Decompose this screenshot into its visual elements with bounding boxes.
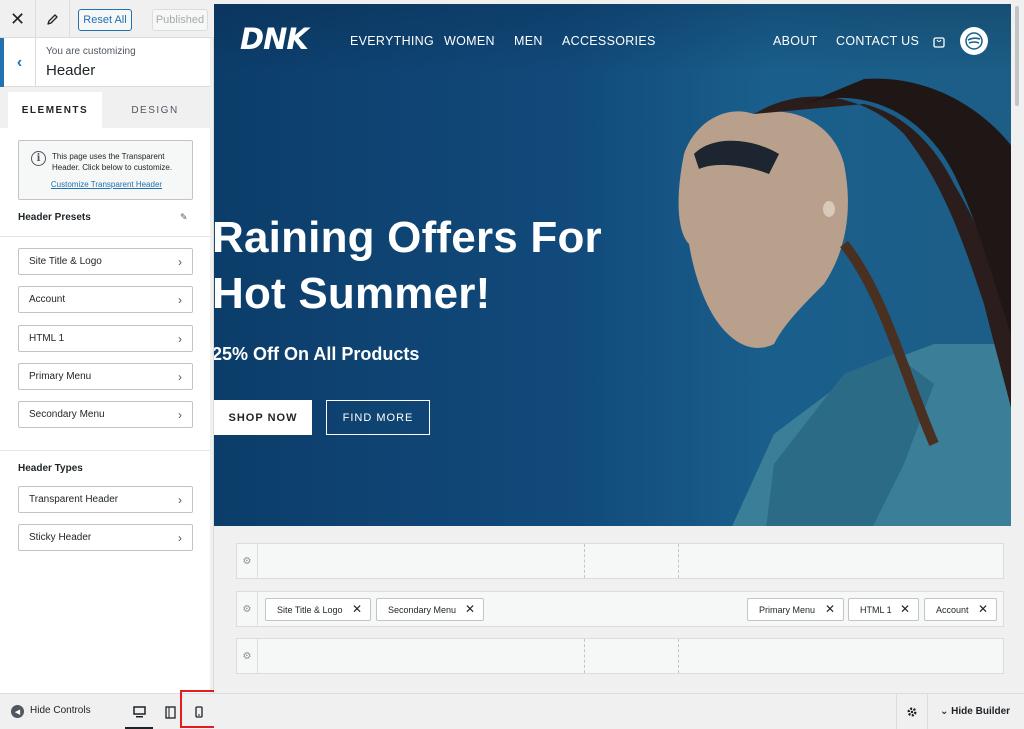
preset-item-label: Site Title & Logo	[29, 256, 102, 267]
info-icon: i	[31, 151, 46, 166]
customizer-panel: ✕ Reset All Published ‹ You are customiz…	[0, 0, 214, 729]
builder-row-top[interactable]: ⚙	[236, 543, 1004, 579]
chip-label: Account	[936, 604, 969, 615]
remove-icon[interactable]: ✕	[900, 602, 910, 616]
chevron-right-icon: ›	[178, 493, 182, 507]
divider	[0, 450, 210, 451]
column-separator	[584, 544, 585, 578]
preset-item-account[interactable]: Account ›	[18, 286, 193, 313]
row-settings-gear-icon[interactable]: ⚙	[237, 592, 258, 626]
hide-builder-button[interactable]: ⌄ Hide Builder	[940, 706, 1010, 717]
header-presets-title: Header Presets	[18, 212, 91, 223]
hero-headline-line-2: Hot Summer!	[214, 269, 491, 318]
column-separator	[678, 544, 679, 578]
builder-row-main[interactable]: ⚙ Site Title & Logo ✕ Secondary Menu ✕ Pri…	[236, 591, 1004, 627]
chevron-right-icon: ›	[178, 408, 182, 422]
preset-item-label: Account	[29, 294, 66, 305]
remove-icon[interactable]: ✕	[825, 602, 835, 616]
breadcrumb: ‹ You are customizing Header	[0, 38, 210, 87]
row-settings-gear-icon[interactable]: ⚙	[237, 544, 258, 578]
hero-headline-line-1: Raining Offers For	[214, 213, 602, 262]
chip-label: HTML 1	[860, 604, 892, 615]
nav-link-about[interactable]: ABOUT	[773, 34, 818, 48]
builder-chip-account[interactable]: Account ✕	[924, 598, 997, 621]
site-header: DNK EVERYTHING WOMEN MEN ACCESSORIES ABO…	[214, 4, 1011, 74]
back-arrow-icon[interactable]: ‹	[0, 38, 36, 87]
collapse-icon[interactable]: ◀	[11, 705, 24, 718]
nav-link-accessories[interactable]: ACCESSORIES	[562, 34, 656, 48]
preset-item-html-1[interactable]: HTML 1 ›	[18, 325, 193, 352]
hide-builder-label: Hide Builder	[951, 706, 1011, 717]
chevron-right-icon: ›	[178, 531, 182, 545]
preset-item-label: HTML 1	[29, 333, 65, 344]
published-button[interactable]: Published	[152, 9, 208, 31]
site-preview: DNK EVERYTHING WOMEN MEN ACCESSORIES ABO…	[214, 0, 1024, 729]
builder-chip-html-1[interactable]: HTML 1 ✕	[848, 598, 919, 621]
type-item-label: Transparent Header	[29, 494, 119, 505]
panel-body: i This page uses the Transparent Header.…	[0, 128, 210, 693]
hero-subheadline: 25% Off On All Products	[214, 344, 420, 364]
breadcrumb-subtitle: You are customizing	[46, 46, 136, 57]
preview-scrollbar[interactable]	[1013, 2, 1021, 122]
hide-controls-button[interactable]: Hide Controls	[30, 705, 91, 716]
reset-all-button[interactable]: Reset All	[78, 9, 132, 31]
type-item-transparent-header[interactable]: Transparent Header ›	[18, 486, 193, 513]
column-separator	[584, 639, 585, 673]
remove-icon[interactable]: ✕	[978, 602, 988, 616]
panel-tabs: ELEMENTS DESIGN	[0, 92, 210, 128]
preset-item-site-title-logo[interactable]: Site Title & Logo ›	[18, 248, 193, 275]
nav-link-men[interactable]: MEN	[514, 34, 543, 48]
site-logo[interactable]: DNK	[240, 22, 309, 56]
nav-link-contact-us[interactable]: CONTACT US	[836, 34, 919, 48]
remove-icon[interactable]: ✕	[352, 602, 362, 616]
remove-icon[interactable]: ✕	[465, 602, 475, 616]
preset-item-label: Secondary Menu	[29, 409, 105, 420]
chip-label: Site Title & Logo	[277, 604, 343, 615]
nav-link-women[interactable]: WOMEN	[444, 34, 495, 48]
notice-text: This page uses the Transparent Header. C…	[52, 152, 173, 172]
hero-model-image	[678, 78, 1011, 526]
shop-now-button[interactable]: SHOP NOW	[214, 400, 312, 435]
find-more-button[interactable]: FIND MORE	[326, 400, 430, 435]
page-title: Header	[46, 62, 96, 79]
preset-item-primary-menu[interactable]: Primary Menu ›	[18, 363, 193, 390]
close-icon[interactable]: ✕	[0, 0, 36, 38]
chevron-right-icon: ›	[178, 332, 182, 346]
preset-item-secondary-menu[interactable]: Secondary Menu ›	[18, 401, 193, 428]
preset-item-label: Primary Menu	[29, 371, 92, 382]
desktop-device-icon[interactable]	[125, 705, 153, 729]
customizer-topbar: ✕ Reset All Published	[0, 0, 214, 38]
builder-chip-primary-menu[interactable]: Primary Menu ✕	[747, 598, 844, 621]
chevron-right-icon: ›	[178, 255, 182, 269]
account-avatar-icon[interactable]	[960, 27, 988, 55]
brush-icon[interactable]	[36, 0, 70, 38]
transparent-header-notice: i This page uses the Transparent Header.…	[18, 140, 193, 200]
pencil-icon[interactable]: ✎	[180, 212, 188, 223]
chip-label: Primary Menu	[759, 604, 816, 615]
row-settings-gear-icon[interactable]: ⚙	[237, 639, 258, 673]
nav-link-everything[interactable]: EVERYTHING	[350, 34, 434, 48]
tablet-device-icon[interactable]	[163, 705, 177, 719]
type-item-label: Sticky Header	[29, 532, 92, 543]
chevron-right-icon: ›	[178, 293, 182, 307]
divider	[0, 236, 210, 237]
tab-design[interactable]: DESIGN	[104, 92, 206, 128]
cart-icon[interactable]	[932, 34, 946, 53]
builder-chip-secondary-menu[interactable]: Secondary Menu ✕	[376, 598, 484, 621]
chevron-right-icon: ›	[178, 370, 182, 384]
customize-transparent-header-link[interactable]: Customize Transparent Header	[19, 180, 194, 189]
builder-footer: ⌄ Hide Builder	[214, 693, 1024, 729]
chip-label: Secondary Menu	[388, 604, 457, 615]
column-separator	[678, 639, 679, 673]
hero-section: DNK EVERYTHING WOMEN MEN ACCESSORIES ABO…	[214, 4, 1011, 526]
tab-elements[interactable]: ELEMENTS	[8, 92, 102, 128]
type-item-sticky-header[interactable]: Sticky Header ›	[18, 524, 193, 551]
builder-row-bottom[interactable]: ⚙	[236, 638, 1004, 674]
builder-chip-site-title-logo[interactable]: Site Title & Logo ✕	[265, 598, 371, 621]
header-types-title: Header Types	[18, 463, 83, 474]
mobile-device-highlight	[180, 690, 218, 728]
builder-settings-gear-icon[interactable]	[896, 694, 928, 729]
